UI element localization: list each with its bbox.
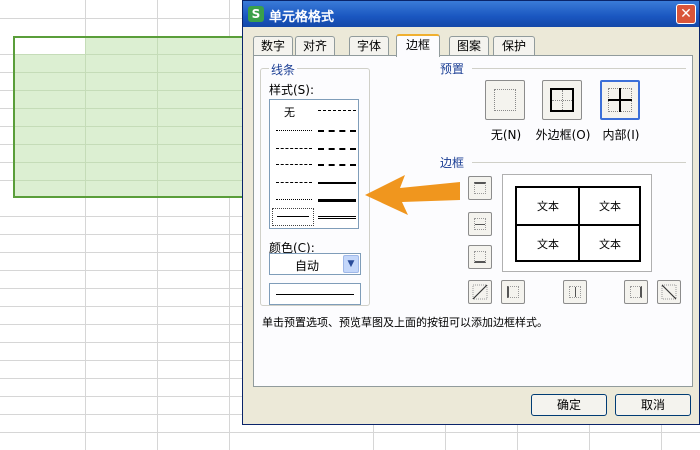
line-style-option[interactable] (276, 199, 312, 200)
preset-none-label: 无(N) (490, 128, 522, 142)
preset-outline-label: 外边框(O) (535, 128, 591, 142)
line-style-option[interactable] (318, 130, 356, 132)
dialog-titlebar[interactable]: S 单元格格式 ✕ (243, 1, 699, 27)
diagonal-down-icon (661, 284, 677, 300)
border-tab-panel: 线条 样式(S): 无 颜色(C): 自动 ▼ 预置 无(N) 外边框(O) 内… (253, 55, 693, 387)
preset-inside-button[interactable] (600, 80, 640, 120)
color-dropdown[interactable]: 自动 ▼ (269, 253, 361, 275)
border-preview[interactable]: 文本 文本 文本 文本 (502, 174, 652, 272)
preset-outline-button[interactable] (542, 80, 582, 120)
presets-divider (472, 68, 686, 69)
preset-inside-label: 内部(I) (602, 128, 640, 142)
line-style-option[interactable] (318, 182, 356, 184)
line-style-option[interactable] (276, 182, 312, 183)
chevron-down-icon[interactable]: ▼ (343, 255, 359, 273)
tab-number[interactable]: 数字 (253, 36, 293, 56)
preset-inside-icon (608, 88, 632, 112)
style-none-option[interactable]: 无 (284, 104, 295, 120)
line-group-title: 线条 (269, 61, 298, 78)
cancel-button[interactable]: 取消 (615, 394, 691, 416)
line-style-option[interactable] (276, 164, 312, 165)
active-cell[interactable] (15, 38, 85, 54)
border-right-button[interactable] (624, 280, 648, 304)
border-middle-v-button[interactable] (563, 280, 587, 304)
preset-none-button[interactable] (485, 80, 525, 120)
border-bottom-button[interactable] (468, 245, 492, 269)
selected-line-style[interactable] (272, 208, 314, 226)
tab-border[interactable]: 边框 (396, 34, 440, 57)
preview-cell-text: 文本 (537, 200, 559, 213)
line-style-option[interactable] (318, 199, 356, 202)
border-divider (472, 162, 686, 163)
preview-table[interactable]: 文本 文本 文本 文本 (515, 186, 641, 262)
diagonal-up-button[interactable] (468, 280, 492, 304)
border-title: 边框 (440, 156, 465, 170)
border-top-button[interactable] (468, 176, 492, 200)
grid-line (0, 432, 700, 433)
color-value: 自动 (294, 259, 319, 273)
style-label: 样式(S): (269, 83, 315, 97)
tab-pattern[interactable]: 图案 (449, 36, 489, 56)
diagonal-down-button[interactable] (657, 280, 681, 304)
ok-button[interactable]: 确定 (531, 394, 607, 416)
presets-title: 预置 (440, 62, 465, 76)
preview-cell-text: 文本 (599, 238, 621, 251)
selected-range[interactable] (13, 36, 249, 198)
diagonal-up-icon (472, 284, 488, 300)
format-cells-dialog: S 单元格格式 ✕ 数字 对齐 字体 边框 图案 保护 线条 样式(S): 无 (242, 0, 700, 425)
line-style-option[interactable] (276, 130, 312, 131)
preview-cell-text: 文本 (599, 200, 621, 213)
tab-protection[interactable]: 保护 (493, 36, 535, 56)
tab-alignment[interactable]: 对齐 (295, 36, 335, 56)
line-style-option[interactable] (318, 164, 356, 166)
line-style-option[interactable] (318, 216, 356, 219)
app-icon: S (248, 6, 264, 22)
border-middle-h-button[interactable] (468, 212, 492, 236)
preview-cell-text: 文本 (537, 238, 559, 251)
line-style-option[interactable] (318, 148, 356, 150)
preset-outline-icon (550, 88, 574, 112)
dialog-title: 单元格格式 (269, 10, 335, 25)
orange-arrow-icon (365, 175, 460, 215)
tab-font[interactable]: 字体 (349, 36, 389, 56)
border-left-button[interactable] (501, 280, 525, 304)
close-button[interactable]: ✕ (676, 4, 696, 24)
line-style-option[interactable] (276, 148, 312, 149)
line-preview (269, 283, 361, 305)
preset-none-icon (494, 89, 516, 111)
hint-text: 单击预置选项、预览草图及上面的按钮可以添加边框样式。 (262, 316, 548, 329)
line-style-list[interactable]: 无 (269, 99, 359, 229)
line-group: 线条 样式(S): 无 颜色(C): 自动 ▼ (260, 61, 370, 306)
line-style-option[interactable] (318, 110, 356, 111)
